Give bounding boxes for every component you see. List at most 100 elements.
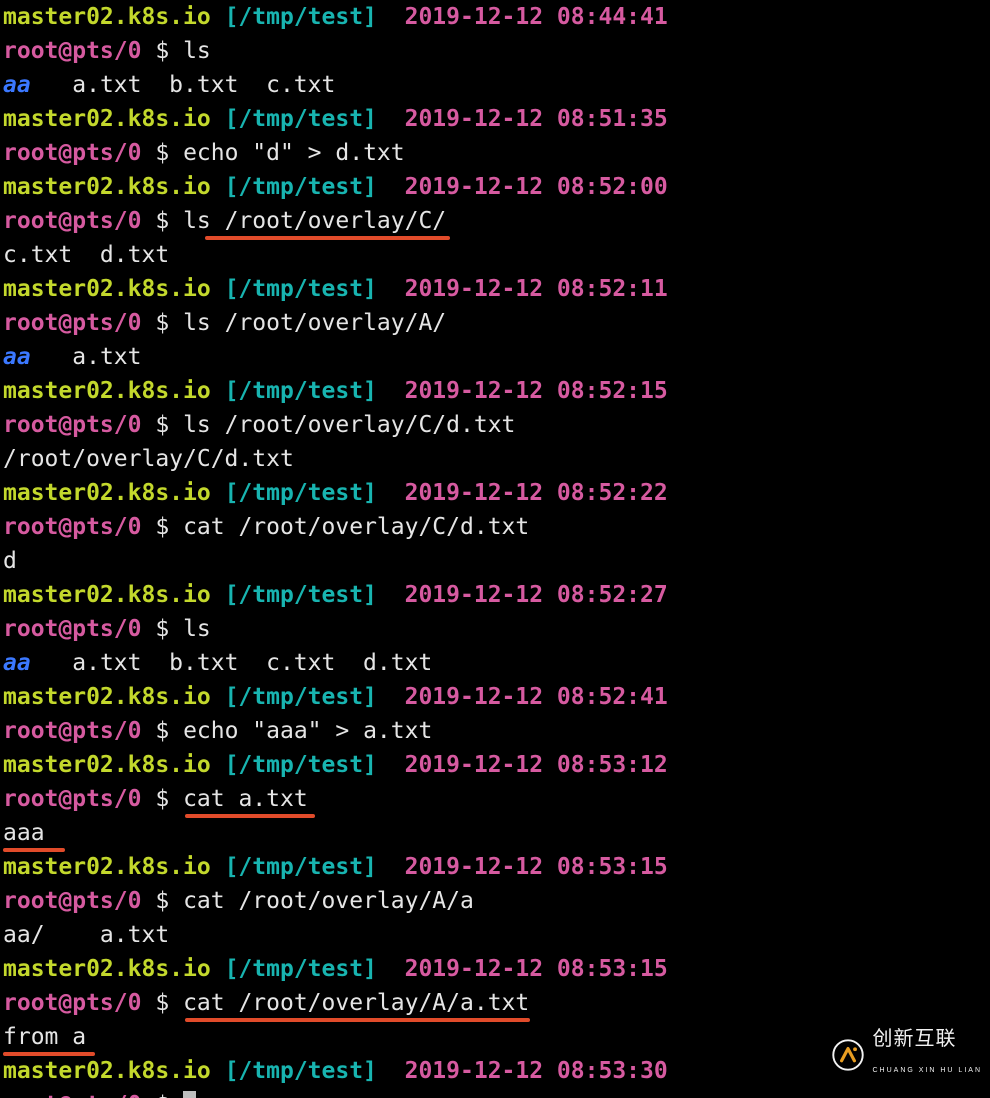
user-tty: root@pts/0 [3, 718, 141, 744]
command-text[interactable]: ls /root/overlay/C/ [183, 208, 446, 234]
output-text: d [3, 548, 17, 574]
prompt-header: master02.k8s.io [/tmp/test] 2019-12-12 0… [3, 680, 987, 714]
underline-cat-overlay-a [185, 1018, 530, 1022]
prompt-command-line[interactable]: root@pts/0 $ cat a.txt [3, 782, 987, 816]
output-line: aa a.txt [3, 340, 987, 374]
user-tty: root@pts/0 [3, 616, 141, 642]
user-tty: root@pts/0 [3, 140, 141, 166]
prompt-command-line[interactable]: root@pts/0 $ cat /root/overlay/A/a [3, 884, 987, 918]
timestamp: 2019-12-12 08:52:00 [405, 174, 668, 200]
output-text: /root/overlay/C/d.txt [3, 446, 294, 472]
prompt-command-line[interactable]: root@pts/0 $ cat /root/overlay/A/a.txt [3, 986, 987, 1020]
hostname: master02.k8s.io [3, 854, 211, 880]
command-text[interactable]: cat /root/overlay/C/d.txt [183, 514, 529, 540]
hostname: master02.k8s.io [3, 378, 211, 404]
underline-overlay-c [205, 236, 450, 240]
cwd-path: [/tmp/test] [225, 106, 377, 132]
timestamp: 2019-12-12 08:53:15 [405, 956, 668, 982]
user-tty: root@pts/0 [3, 412, 141, 438]
user-tty: root@pts/0 [3, 1092, 141, 1098]
output-line: d [3, 544, 987, 578]
prompt-dollar: $ [155, 140, 169, 166]
prompt-command-line[interactable]: root@pts/0 $ ls /root/overlay/C/ [3, 204, 987, 238]
prompt-header: master02.k8s.io [/tmp/test] 2019-12-12 0… [3, 952, 987, 986]
prompt-dollar: $ [155, 208, 169, 234]
command-text[interactable]: ls [183, 38, 211, 64]
output-line: aaa [3, 816, 987, 850]
output-text: aaa [3, 820, 45, 846]
cursor [183, 1091, 196, 1098]
timestamp: 2019-12-12 08:53:12 [405, 752, 668, 778]
timestamp: 2019-12-12 08:53:30 [405, 1058, 668, 1084]
prompt-dollar: $ [155, 38, 169, 64]
user-tty: root@pts/0 [3, 38, 141, 64]
timestamp: 2019-12-12 08:51:35 [405, 106, 668, 132]
directory-name: aa [3, 72, 31, 98]
prompt-command-line[interactable]: root@pts/0 $ echo "d" > d.txt [3, 136, 987, 170]
prompt-dollar: $ [155, 412, 169, 438]
terminal[interactable]: master02.k8s.io [/tmp/test] 2019-12-12 0… [0, 0, 990, 1098]
prompt-header: master02.k8s.io [/tmp/test] 2019-12-12 0… [3, 170, 987, 204]
prompt-dollar: $ [155, 1092, 169, 1098]
command-text[interactable]: cat /root/overlay/A/a [183, 888, 474, 914]
cwd-path: [/tmp/test] [225, 480, 377, 506]
output-line: c.txt d.txt [3, 238, 987, 272]
cwd-path: [/tmp/test] [225, 854, 377, 880]
command-text[interactable]: ls /root/overlay/A/ [183, 310, 446, 336]
prompt-header: master02.k8s.io [/tmp/test] 2019-12-12 0… [3, 850, 987, 884]
prompt-command-line[interactable]: root@pts/0 $ [3, 1088, 987, 1098]
cwd-path: [/tmp/test] [225, 4, 377, 30]
command-text[interactable]: ls [183, 616, 211, 642]
cwd-path: [/tmp/test] [225, 684, 377, 710]
timestamp: 2019-12-12 08:52:27 [405, 582, 668, 608]
prompt-command-line[interactable]: root@pts/0 $ ls [3, 34, 987, 68]
directory-name: aa [3, 650, 31, 676]
output-text: a.txt [31, 344, 142, 370]
prompt-command-line[interactable]: root@pts/0 $ ls /root/overlay/C/d.txt [3, 408, 987, 442]
output-text: c.txt d.txt [3, 242, 169, 268]
command-text[interactable]: cat a.txt [183, 786, 308, 812]
output-text: a.txt b.txt c.txt d.txt [31, 650, 433, 676]
command-text[interactable]: ls /root/overlay/C/d.txt [183, 412, 515, 438]
prompt-header: master02.k8s.io [/tmp/test] 2019-12-12 0… [3, 578, 987, 612]
prompt-command-line[interactable]: root@pts/0 $ cat /root/overlay/C/d.txt [3, 510, 987, 544]
prompt-header: master02.k8s.io [/tmp/test] 2019-12-12 0… [3, 374, 987, 408]
cwd-path: [/tmp/test] [225, 378, 377, 404]
hostname: master02.k8s.io [3, 174, 211, 200]
prompt-dollar: $ [155, 310, 169, 336]
command-text[interactable]: cat /root/overlay/A/a.txt [183, 990, 529, 1016]
timestamp: 2019-12-12 08:52:15 [405, 378, 668, 404]
hostname: master02.k8s.io [3, 956, 211, 982]
command-text[interactable]: echo "aaa" > a.txt [183, 718, 432, 744]
timestamp: 2019-12-12 08:52:41 [405, 684, 668, 710]
prompt-dollar: $ [155, 786, 169, 812]
prompt-dollar: $ [155, 616, 169, 642]
prompt-header: master02.k8s.io [/tmp/test] 2019-12-12 0… [3, 0, 987, 34]
prompt-dollar: $ [155, 990, 169, 1016]
output-line: aa a.txt b.txt c.txt d.txt [3, 646, 987, 680]
prompt-header: master02.k8s.io [/tmp/test] 2019-12-12 0… [3, 102, 987, 136]
cwd-path: [/tmp/test] [225, 174, 377, 200]
hostname: master02.k8s.io [3, 4, 211, 30]
output-text: a.txt b.txt c.txt [31, 72, 336, 98]
prompt-command-line[interactable]: root@pts/0 $ ls /root/overlay/A/ [3, 306, 987, 340]
timestamp: 2019-12-12 08:53:15 [405, 854, 668, 880]
timestamp: 2019-12-12 08:52:11 [405, 276, 668, 302]
prompt-header: master02.k8s.io [/tmp/test] 2019-12-12 0… [3, 748, 987, 782]
command-text[interactable]: echo "d" > d.txt [183, 140, 405, 166]
hostname: master02.k8s.io [3, 1058, 211, 1084]
prompt-command-line[interactable]: root@pts/0 $ echo "aaa" > a.txt [3, 714, 987, 748]
prompt-header: master02.k8s.io [/tmp/test] 2019-12-12 0… [3, 272, 987, 306]
cwd-path: [/tmp/test] [225, 752, 377, 778]
timestamp: 2019-12-12 08:52:22 [405, 480, 668, 506]
output-text: from a [3, 1024, 86, 1050]
directory-name: aa [3, 344, 31, 370]
prompt-dollar: $ [155, 718, 169, 744]
user-tty: root@pts/0 [3, 514, 141, 540]
underline-aaa [3, 848, 65, 852]
hostname: master02.k8s.io [3, 752, 211, 778]
prompt-command-line[interactable]: root@pts/0 $ ls [3, 612, 987, 646]
hostname: master02.k8s.io [3, 684, 211, 710]
cwd-path: [/tmp/test] [225, 1058, 377, 1084]
cwd-path: [/tmp/test] [225, 956, 377, 982]
